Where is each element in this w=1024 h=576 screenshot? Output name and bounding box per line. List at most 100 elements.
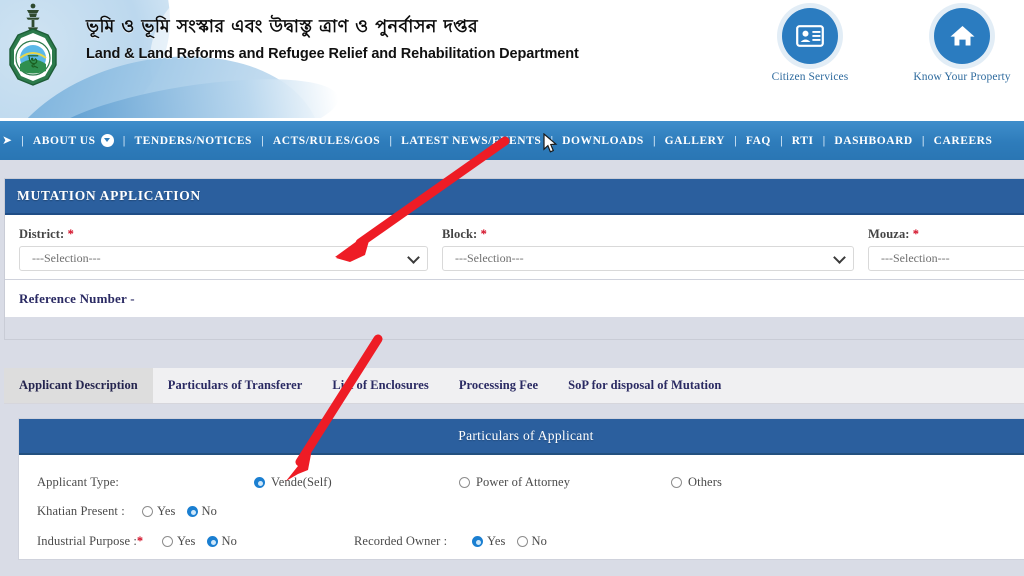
recorded-owner-options: Yes No [472, 534, 554, 549]
nav-item-about-us-label: ABOUT US [32, 134, 96, 147]
particulars-of-applicant-body: Applicant Type: Vende(Self) Power of Att… [19, 455, 1024, 559]
department-seal-icon: ভূ [9, 28, 57, 86]
industrial-purpose-yes[interactable]: Yes [162, 534, 196, 549]
chevron-down-icon [407, 250, 420, 264]
main-navigation-items: ➤ | ABOUT US | TENDERS/NOTICES | ACTS/RU… [0, 133, 992, 148]
radio-industrial-purpose-no[interactable] [206, 536, 218, 547]
applicant-type-option-vende-self[interactable]: Vende(Self) [254, 475, 332, 490]
main-navigation: ➤ | ABOUT US | TENDERS/NOTICES | ACTS/RU… [0, 118, 1024, 160]
radio-industrial-purpose-yes-label: Yes [177, 534, 196, 548]
applicant-type-option-power-of-attorney[interactable]: Power of Attorney [459, 475, 570, 490]
home-icon-glyph [950, 26, 974, 46]
block-label-text: Block: [442, 227, 478, 241]
home-icon [934, 8, 990, 64]
header-quick-links: Citizen Services Know Your Property [756, 8, 1016, 83]
khatian-present-label: Khatian Present : [37, 504, 125, 518]
radio-khatian-present-no[interactable] [186, 506, 198, 517]
department-title-english: Land & Land Reforms and Refugee Relief a… [86, 46, 579, 62]
radio-others[interactable] [671, 477, 682, 488]
applicant-type-option-others[interactable]: Others [671, 475, 722, 490]
chevron-down-icon[interactable] [100, 134, 114, 147]
nav-separator: | [779, 134, 783, 147]
nav-item-careers[interactable]: CAREERS [934, 135, 993, 147]
tab-processing-fee[interactable]: Processing Fee [444, 368, 553, 403]
nav-separator: | [21, 134, 24, 147]
reference-number-label: Reference Number - [19, 290, 135, 306]
radio-industrial-purpose-yes[interactable] [162, 536, 173, 547]
quick-link-know-your-property[interactable]: Know Your Property [908, 8, 1016, 83]
nav-separator: | [822, 134, 826, 147]
radio-recorded-owner-yes-label: Yes [487, 534, 506, 548]
radio-khatian-present-no-label: No [201, 504, 217, 518]
radio-vende-self[interactable] [254, 477, 265, 488]
radio-industrial-purpose-no-label: No [221, 534, 237, 548]
recorded-owner-yes[interactable]: Yes [472, 534, 506, 549]
chevron-down-icon [833, 250, 846, 264]
industrial-purpose-no[interactable]: No [206, 534, 237, 549]
radio-others-label: Others [688, 475, 722, 489]
radio-khatian-present-yes[interactable] [142, 506, 153, 517]
nav-item-latest-news-events[interactable]: LATEST NEWS/EVENTS [401, 135, 541, 147]
district-select[interactable]: ---Selection--- [19, 246, 428, 271]
emblem-group: ভূ [4, 2, 64, 92]
block-select[interactable]: ---Selection--- [442, 246, 854, 271]
site-header: ভূ ভূমি ও ভূমি সংস্কার এবং উদ্বাস্তু ত্র… [0, 0, 1024, 118]
mutation-application-header: MUTATION APPLICATION [5, 179, 1024, 215]
nav-item-about-us[interactable]: ABOUT US [33, 134, 114, 147]
id-card-icon [782, 8, 838, 64]
mouza-label: Mouza: * [868, 227, 1024, 242]
radio-recorded-owner-no-label: No [531, 534, 547, 548]
home-nav-icon[interactable]: ➤ [2, 133, 12, 148]
department-title-bengali: ভূমি ও ভূমি সংস্কার এবং উদ্বাস্তু ত্রাণ … [86, 17, 479, 37]
tab-particulars-of-transferer[interactable]: Particulars of Transferer [153, 368, 318, 403]
mouza-select-value: ---Selection--- [881, 251, 950, 265]
tab-applicant-description[interactable]: Applicant Description [4, 368, 153, 403]
industrial-purpose-label-text: Industrial Purpose : [37, 534, 137, 548]
required-marker: * [67, 227, 74, 241]
radio-recorded-owner-yes[interactable] [472, 536, 483, 547]
block-field: Block: * ---Selection--- [428, 227, 854, 271]
khatian-present-row: Khatian Present : Yes No [19, 501, 1024, 531]
radio-recorded-owner-no[interactable] [516, 536, 528, 547]
khatian-present-yes[interactable]: Yes [142, 504, 176, 519]
tab-list-of-enclosures[interactable]: List of Enclosures [317, 368, 444, 403]
nav-item-acts-rules-gos[interactable]: ACTS/RULES/GOS [273, 135, 380, 147]
nav-item-tenders-notices[interactable]: TENDERS/NOTICES [134, 135, 252, 147]
district-field: District: * ---Selection--- [5, 227, 428, 271]
nav-item-dashboard[interactable]: DASHBOARD [834, 135, 912, 147]
mouza-select[interactable]: ---Selection--- [868, 246, 1024, 271]
radio-khatian-present-yes-label: Yes [157, 504, 176, 518]
nav-item-gallery[interactable]: GALLERY [665, 135, 725, 147]
particulars-of-applicant-card: Particulars of Applicant Applicant Type:… [18, 418, 1024, 560]
block-select-value: ---Selection--- [455, 251, 524, 265]
quick-link-citizen-services-label: Citizen Services [771, 71, 849, 83]
svg-text:ভূ: ভূ [27, 53, 39, 69]
id-card-icon-glyph [796, 25, 824, 47]
nav-item-faq[interactable]: FAQ [746, 135, 771, 147]
particulars-of-applicant-title: Particulars of Applicant [458, 428, 594, 443]
district-select-value: ---Selection--- [32, 251, 101, 265]
block-label: Block: * [442, 227, 854, 242]
quick-link-citizen-services[interactable]: Citizen Services [756, 8, 864, 83]
tabs-container: Applicant Description Particulars of Tra… [4, 368, 1024, 404]
industrial-purpose-options: Yes No [162, 534, 244, 549]
recorded-owner-no[interactable]: No [516, 534, 547, 549]
khatian-present-no[interactable]: No [186, 504, 217, 519]
district-label: District: * [19, 227, 428, 242]
radio-power-of-attorney[interactable] [459, 477, 470, 488]
tab-sop-for-disposal-of-mutation[interactable]: SoP for disposal of Mutation [553, 368, 736, 403]
nav-separator: | [261, 134, 264, 147]
nav-separator: | [921, 134, 925, 147]
radio-vende-self-label: Vende(Self) [271, 475, 332, 489]
nav-item-downloads[interactable]: DOWNLOADS [562, 135, 644, 147]
particulars-of-applicant-header: Particulars of Applicant [19, 419, 1024, 455]
district-label-text: District: [19, 227, 65, 241]
department-title: ভূমি ও ভূমি সংস্কার এবং উদ্বাস্তু ত্রাণ … [86, 14, 579, 62]
radio-power-of-attorney-label: Power of Attorney [476, 475, 571, 489]
nav-separator: | [652, 134, 656, 147]
nav-item-rti[interactable]: RTI [792, 135, 814, 147]
quick-link-know-your-property-label: Know Your Property [913, 71, 1011, 83]
mouza-label-text: Mouza: [868, 227, 910, 241]
required-marker: * [480, 227, 487, 241]
required-marker: * [136, 534, 144, 548]
